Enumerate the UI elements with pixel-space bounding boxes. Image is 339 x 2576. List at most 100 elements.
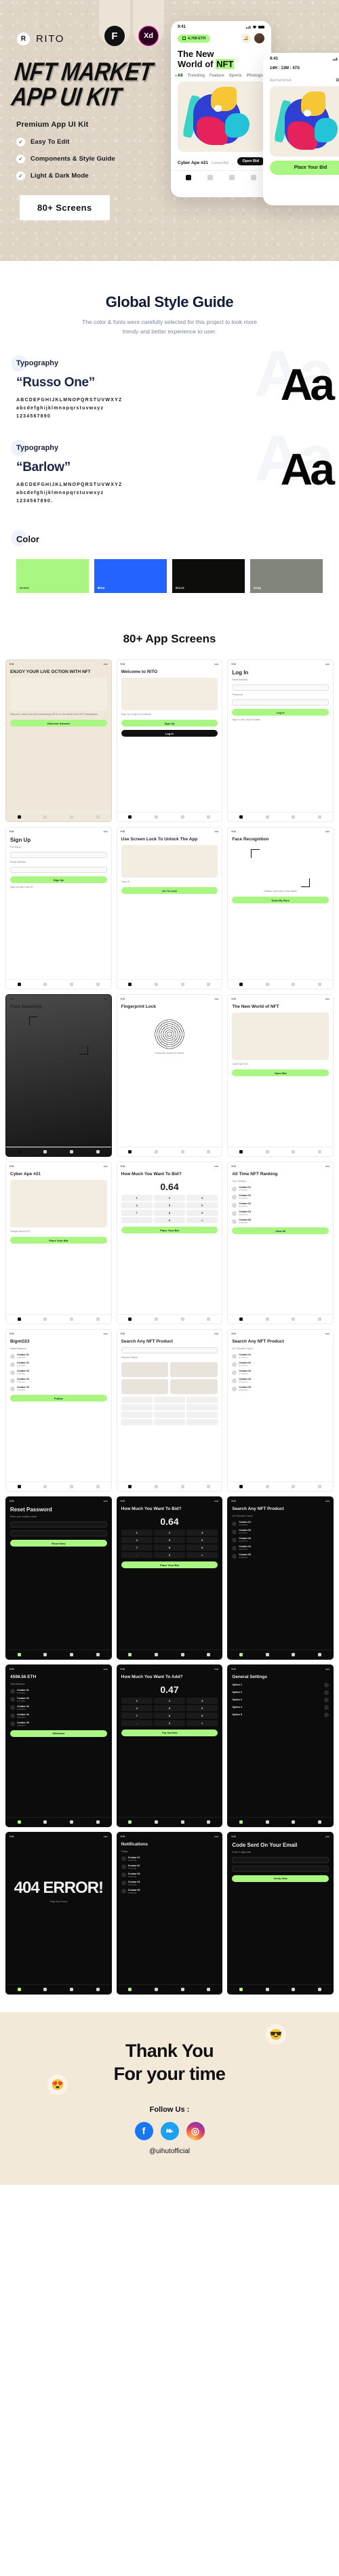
key-8[interactable]: 8	[153, 1545, 186, 1551]
list-item[interactable]: Creator 01 0.30 ETH	[121, 1856, 218, 1862]
key-3[interactable]: 3	[186, 1195, 218, 1202]
nav-search-icon[interactable]	[155, 1987, 159, 1991]
tab-feature[interactable]: Feature	[210, 74, 224, 78]
nav-search-icon[interactable]	[155, 1485, 159, 1489]
screen-card[interactable]: 9:41 ●●● 4598.56 ETH Total Balance Creator …	[5, 1664, 112, 1827]
fingerprint-icon[interactable]	[154, 1019, 184, 1050]
key-6[interactable]: 6	[186, 1704, 218, 1711]
key-9[interactable]: 9	[186, 1210, 218, 1217]
open-bid-button[interactable]: Open Bid	[237, 157, 264, 165]
nav-profile-icon[interactable]	[318, 1150, 322, 1154]
primary-button[interactable]: Reset Now	[10, 1540, 107, 1547]
result-tile[interactable]	[121, 1379, 169, 1395]
nav-home-icon[interactable]	[17, 1987, 21, 1991]
nav-wallet-icon[interactable]	[180, 815, 184, 819]
screen-card[interactable]: 9:41 ●●● The New World of NFT Cyber Ape #2…	[227, 994, 334, 1158]
nav-wallet-icon[interactable]	[70, 1150, 74, 1154]
primary-button[interactable]: Discover Artwork	[10, 720, 107, 727]
input-field[interactable]	[232, 699, 329, 706]
nav-profile-icon[interactable]	[207, 983, 211, 987]
nav-wallet-icon[interactable]	[292, 815, 296, 819]
nav-wallet-icon[interactable]	[292, 983, 296, 987]
key-8[interactable]: 8	[153, 1210, 186, 1217]
list-item[interactable]: Creator 02 0.37 ETH	[232, 1362, 329, 1367]
nav-search-icon[interactable]	[43, 1317, 47, 1322]
nav-search-icon[interactable]	[265, 1652, 269, 1656]
secondary-button[interactable]: Log In	[121, 730, 218, 737]
primary-button[interactable]: Log In	[232, 709, 329, 716]
key-3[interactable]: 3	[186, 1697, 218, 1704]
key-2[interactable]: 2	[153, 1530, 186, 1536]
nav-wallet-icon[interactable]	[180, 1317, 184, 1322]
nav-profile-icon[interactable]	[207, 1150, 211, 1154]
tab-sports[interactable]: Sports	[229, 74, 242, 78]
nav-profile-icon[interactable]	[207, 1485, 211, 1489]
nav-home-icon[interactable]	[239, 1652, 243, 1656]
primary-button[interactable]: Open Bid	[232, 1069, 329, 1077]
nav-wallet-icon[interactable]	[70, 1652, 74, 1656]
list-item[interactable]: Creator 05 0.58 ETH	[232, 1219, 329, 1224]
list-item[interactable]: Creator 05 0.58 ETH	[232, 1553, 329, 1559]
primary-button[interactable]: View All	[232, 1227, 329, 1235]
nav-wallet-icon[interactable]	[180, 1485, 184, 1489]
nav-search-icon[interactable]	[265, 1150, 269, 1154]
key-7[interactable]: 7	[121, 1545, 153, 1551]
list-item[interactable]: Creator 05 0.58 ETH	[10, 1721, 107, 1727]
nav-home-icon[interactable]	[17, 1652, 21, 1656]
list-item[interactable]: Creator 01 0.30 ETH	[232, 1521, 329, 1526]
nav-profile-icon[interactable]	[207, 1820, 211, 1824]
nav-profile-icon[interactable]	[207, 1652, 211, 1656]
list-item[interactable]: Creator 03 0.44 ETH	[232, 1202, 329, 1208]
screen-card[interactable]: 9:41 ●●● General Settings Option 1 Option 2…	[227, 1664, 334, 1827]
nav-search-icon[interactable]	[155, 1820, 159, 1824]
screen-card[interactable]: 9:41 ●●● Search Any NFT Product Popular Se…	[116, 1329, 223, 1492]
primary-button[interactable]: Verify Now	[232, 1875, 329, 1882]
nav-home-icon[interactable]	[128, 1485, 132, 1489]
key-<[interactable]: <	[186, 1719, 218, 1726]
key-5[interactable]: 5	[153, 1537, 186, 1544]
primary-button[interactable]: Withdraw	[10, 1730, 107, 1737]
primary-button[interactable]: Go To Lock	[121, 887, 218, 895]
bell-icon[interactable]: 🔔	[241, 33, 251, 43]
nav-wallet-icon[interactable]	[180, 1820, 184, 1824]
screen-card[interactable]: 9:41 ●●● How Much You Want To Bid? 0.64 1 2 3…	[116, 1496, 223, 1660]
nav-home-icon[interactable]	[128, 815, 132, 819]
nav-home-icon[interactable]	[239, 1317, 243, 1322]
screen-card[interactable]: 9:41 ●●● BigmO23 Wallet Balance Creator 01 0…	[5, 1329, 112, 1492]
screen-card[interactable]: 9:41 ●●● Use Screen Lock To Unlock The Ap…	[116, 827, 223, 990]
input-field[interactable]	[10, 1530, 107, 1537]
settings-row[interactable]: Option 2	[232, 1690, 329, 1695]
primary-button[interactable]: Place Your Bid	[121, 1561, 218, 1569]
key-6[interactable]: 6	[186, 1537, 218, 1544]
key-<[interactable]: <	[186, 1217, 218, 1224]
key-1[interactable]: 1	[121, 1530, 153, 1536]
key-<[interactable]: <	[186, 1552, 218, 1559]
key-4[interactable]: 4	[121, 1202, 153, 1209]
nav-home-icon[interactable]	[128, 983, 132, 987]
list-item[interactable]: Creator 03 0.44 ETH	[10, 1705, 107, 1711]
nav-profile-icon[interactable]	[96, 815, 100, 819]
list-item[interactable]: Creator 05 0.58 ETH	[121, 1889, 218, 1894]
nav-search-icon[interactable]	[265, 1987, 269, 1991]
nav-home-icon[interactable]	[128, 1317, 132, 1322]
nav-profile-icon[interactable]	[318, 1485, 322, 1489]
nav-wallet-icon[interactable]	[292, 1150, 296, 1154]
screen-card[interactable]: 9:41 ●●● Face Scanning 100%	[5, 994, 112, 1158]
key-1[interactable]: 1	[121, 1195, 153, 1202]
key-1[interactable]: 1	[121, 1697, 153, 1704]
key-6[interactable]: 6	[186, 1202, 218, 1209]
screen-card[interactable]: 9:41 ●●● 404 ERROR! Page Not Found	[5, 1831, 112, 1995]
nav-wallet-icon[interactable]	[70, 1317, 74, 1322]
primary-button[interactable]: Top Up Now	[121, 1729, 218, 1736]
primary-button[interactable]: Sign Up	[121, 720, 218, 727]
key-4[interactable]: 4	[121, 1537, 153, 1544]
nft-artwork[interactable]	[178, 81, 264, 152]
search-input[interactable]	[121, 1347, 218, 1354]
nav-home-icon[interactable]	[17, 1150, 21, 1154]
key-8[interactable]: 8	[153, 1712, 186, 1719]
result-tile[interactable]	[170, 1379, 218, 1395]
key-0[interactable]: 0	[153, 1552, 186, 1559]
list-item[interactable]: Creator 03 0.44 ETH	[232, 1370, 329, 1375]
nav-profile-icon[interactable]	[318, 983, 322, 987]
screen-card[interactable]: 9:41 ●●● ENJOY YOUR LIVE OCTION WITH NFT D…	[5, 659, 112, 823]
